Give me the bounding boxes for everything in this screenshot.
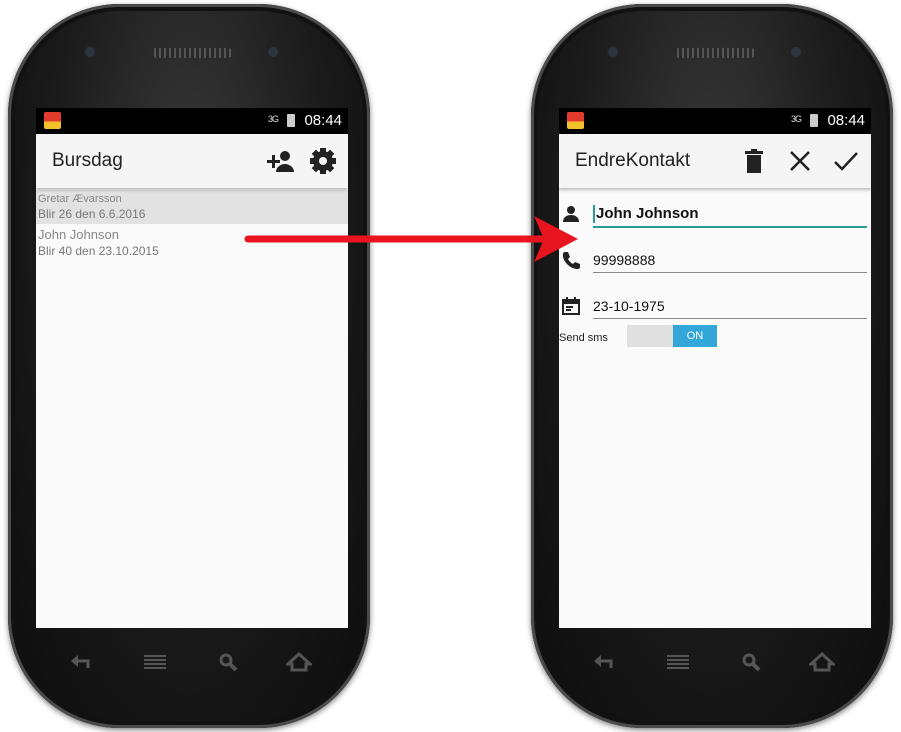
transition-arrow [244, 216, 578, 262]
